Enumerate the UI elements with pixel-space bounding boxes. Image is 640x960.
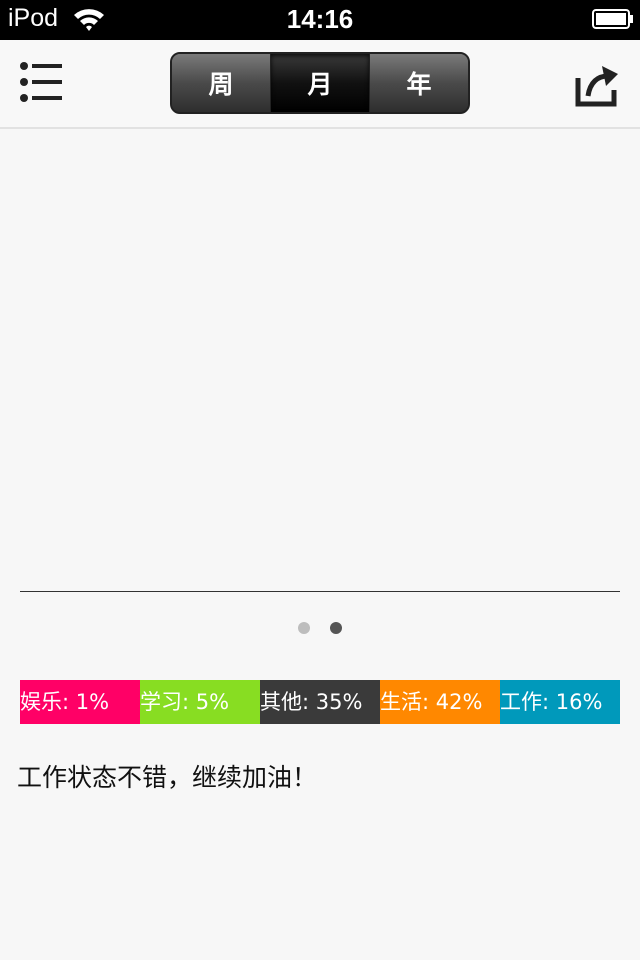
legend-item-5: 工作: 16%: [500, 680, 620, 724]
list-menu-icon[interactable]: [20, 60, 64, 104]
segment-week[interactable]: 周: [172, 54, 271, 112]
clock: 14:16: [286, 4, 354, 34]
divider: [20, 591, 620, 592]
category-legend-bar: 娱乐: 1% 学习: 5% 其他: 35% 生活: 42% 工作: 16%: [20, 680, 620, 724]
legend-item-2: 学习: 5%: [140, 680, 260, 724]
legend-item-4: 生活: 42%: [380, 680, 500, 724]
summary-message: 工作状态不错，继续加油！: [17, 763, 318, 792]
segment-year[interactable]: 年: [370, 54, 468, 112]
legend-item-3: 其他: 35%: [260, 680, 380, 724]
chart-area: [0, 131, 640, 591]
battery-icon: [592, 9, 633, 29]
segment-month[interactable]: 月: [271, 54, 370, 112]
status-bar: iPod 14:16: [0, 0, 640, 40]
period-segmented-control: 周 月 年: [170, 52, 470, 114]
page-dot-2[interactable]: [330, 622, 342, 634]
page-indicator[interactable]: [0, 622, 640, 634]
nav-bar: 周 月 年: [0, 40, 640, 129]
page-dot-1[interactable]: [298, 622, 310, 634]
share-icon[interactable]: [574, 60, 622, 108]
legend-item-1: 娱乐: 1%: [20, 680, 140, 724]
